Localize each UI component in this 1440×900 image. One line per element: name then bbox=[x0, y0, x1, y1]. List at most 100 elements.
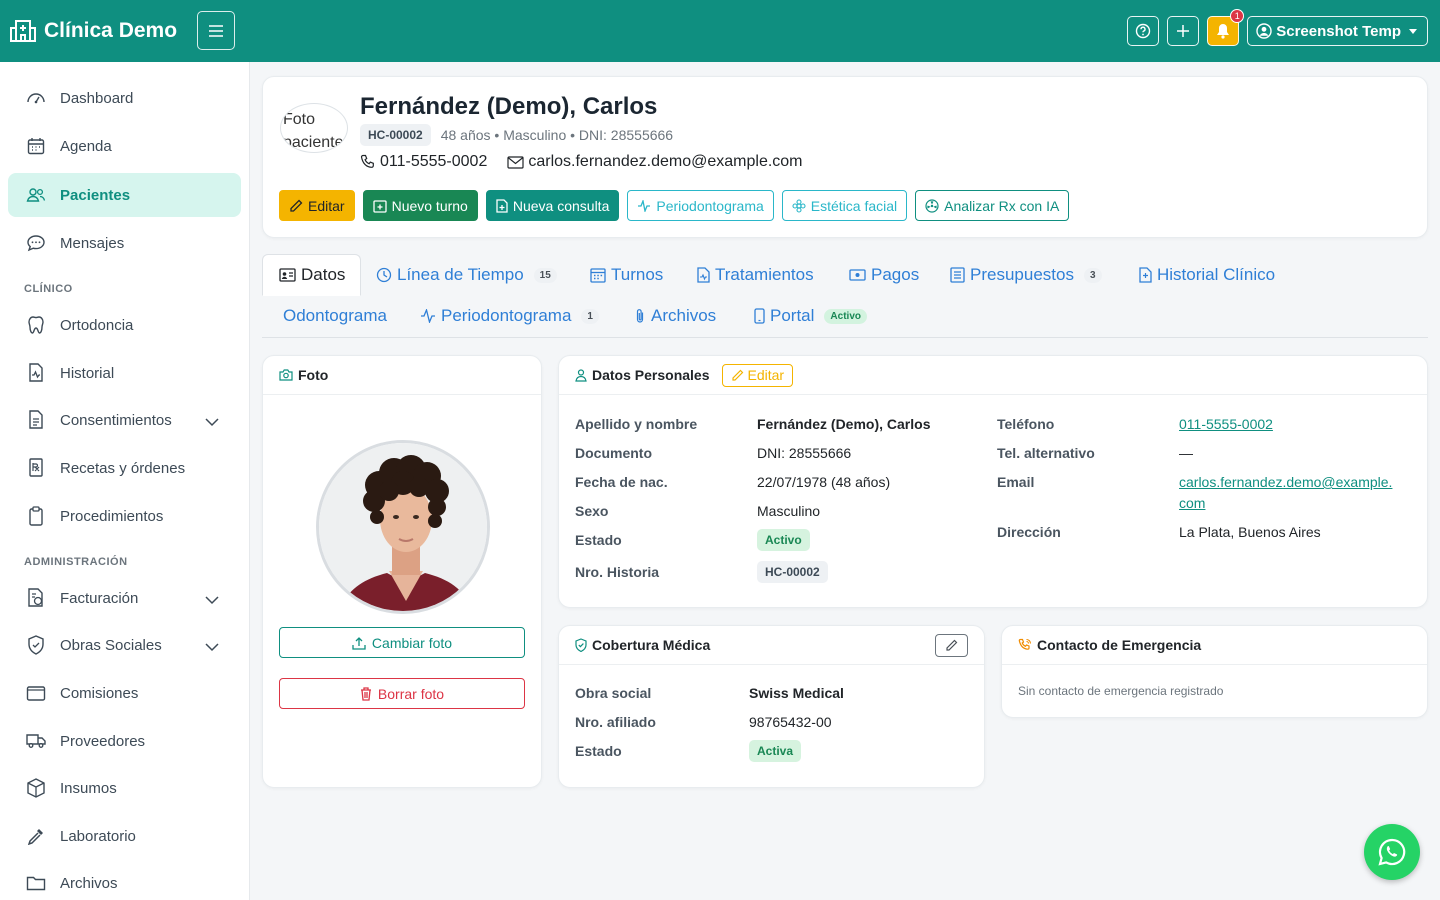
tab-portal[interactable]: Portal Activo bbox=[754, 306, 867, 326]
value-afiliado: 98765432-00 bbox=[749, 714, 832, 730]
truck-icon bbox=[26, 731, 46, 751]
patient-header-card: Foto paciente Fernández (Demo), Carlos H… bbox=[262, 76, 1428, 238]
personal-data-card: Datos Personales Editar Apellido y nombr… bbox=[558, 355, 1428, 608]
menu-toggle-button[interactable] bbox=[197, 11, 235, 50]
label-afiliado: Nro. afiliado bbox=[575, 714, 656, 730]
pencil-icon bbox=[290, 199, 303, 212]
camera-icon bbox=[279, 369, 293, 381]
change-photo-button[interactable]: Cambiar foto bbox=[279, 627, 525, 658]
person-card-icon bbox=[279, 268, 296, 282]
patient-phone[interactable]: 011-5555-0002 bbox=[380, 153, 487, 171]
delete-photo-button[interactable]: Borrar foto bbox=[279, 678, 525, 709]
sidebar-item-ortodoncia[interactable]: Ortodoncia bbox=[8, 303, 241, 347]
photo-card: Foto Cambiar foto Borrar foto bbox=[262, 355, 542, 788]
plus-icon bbox=[1177, 25, 1190, 37]
user-menu-button[interactable]: Screenshot Temp bbox=[1247, 16, 1428, 46]
sidebar-item-insumos[interactable]: Insumos bbox=[8, 766, 241, 810]
tab-turnos[interactable]: Turnos bbox=[590, 265, 663, 285]
label-estado-cobertura: Estado bbox=[575, 743, 622, 759]
sidebar-item-agenda[interactable]: Agenda bbox=[8, 124, 241, 168]
periodontogram-button[interactable]: Periodontograma bbox=[627, 190, 774, 221]
tab-pagos[interactable]: Pagos bbox=[849, 265, 919, 285]
new-appointment-button[interactable]: Nuevo turno bbox=[362, 190, 478, 221]
sidebar-item-procedimientos[interactable]: Procedimientos bbox=[8, 494, 241, 538]
tab-count-badge: 15 bbox=[533, 267, 557, 283]
sidebar-item-label: Agenda bbox=[60, 137, 112, 155]
file-check-icon bbox=[26, 410, 46, 430]
sidebar-item-archivos[interactable]: Archivos bbox=[8, 861, 241, 900]
brand[interactable]: Clínica Demo bbox=[10, 19, 177, 43]
sidebar-item-facturacion[interactable]: Facturación bbox=[8, 576, 241, 620]
button-label: Periodontograma bbox=[656, 197, 764, 214]
sidebar-item-consentimientos[interactable]: Consentimientos bbox=[8, 398, 241, 442]
card-title: Contacto de Emergencia bbox=[1037, 637, 1202, 653]
sidebar-item-label: Ortodoncia bbox=[60, 316, 134, 334]
sidebar-item-label: Facturación bbox=[60, 589, 139, 607]
sidebar-item-label: Procedimientos bbox=[60, 507, 164, 525]
hamburger-icon bbox=[209, 24, 223, 37]
sidebar-item-pacientes[interactable]: Pacientes bbox=[8, 173, 241, 217]
folder-icon bbox=[26, 873, 46, 893]
facial-aesthetics-button[interactable]: Estética facial bbox=[781, 190, 908, 221]
sidebar-item-mensajes[interactable]: Mensajes bbox=[8, 221, 241, 265]
tab-archivos[interactable]: Archivos bbox=[634, 306, 716, 326]
tab-count-badge: 3 bbox=[1083, 267, 1102, 283]
sidebar-item-historial[interactable]: Historial bbox=[8, 351, 241, 395]
sidebar-item-laboratorio[interactable]: Laboratorio bbox=[8, 814, 241, 858]
sidebar-item-label: Archivos bbox=[60, 874, 118, 892]
flower-icon bbox=[792, 198, 806, 213]
envelope-icon bbox=[507, 155, 524, 169]
chevron-down-icon bbox=[205, 639, 219, 656]
help-button[interactable] bbox=[1127, 16, 1160, 46]
people-icon bbox=[26, 185, 46, 205]
pencil-icon bbox=[731, 369, 743, 381]
tab-tratamientos[interactable]: Tratamientos bbox=[697, 265, 814, 285]
button-label: Editar bbox=[747, 367, 785, 383]
new-consultation-button[interactable]: Nueva consulta bbox=[485, 190, 620, 221]
whatsapp-button[interactable] bbox=[1364, 824, 1420, 880]
coverage-status-badge: Activa bbox=[749, 740, 802, 762]
sidebar-item-label: Consentimientos bbox=[60, 411, 172, 429]
medical-coverage-card: Cobertura Médica Obra social Swiss Medic… bbox=[558, 625, 985, 788]
sidebar-item-label: Laboratorio bbox=[60, 827, 136, 845]
tab-historial-clinico[interactable]: Historial Clínico bbox=[1139, 265, 1275, 285]
tab-label: Odontograma bbox=[283, 306, 387, 325]
analyze-rx-button[interactable]: Analizar Rx con IA bbox=[915, 190, 1070, 221]
value-email-link-wrap[interactable]: com bbox=[1179, 495, 1205, 511]
tab-label: Pagos bbox=[871, 265, 920, 284]
tab-periodontograma[interactable]: Periodontograma 1 bbox=[420, 306, 599, 326]
radiation-icon bbox=[925, 198, 939, 213]
sidebar-section-administracion: ADMINISTRACIÓN bbox=[24, 556, 128, 568]
emergency-empty-text: Sin contacto de emergencia registrado bbox=[1018, 684, 1224, 698]
sidebar-item-label: Pacientes bbox=[60, 186, 131, 204]
file-medical-icon bbox=[697, 267, 710, 283]
status-badge: Activo bbox=[757, 529, 810, 551]
edit-personal-data-button[interactable]: Editar bbox=[721, 363, 794, 387]
patient-avatar-broken-image: Foto paciente bbox=[280, 103, 348, 153]
edit-coverage-button[interactable] bbox=[935, 634, 968, 657]
tab-label: Presupuestos bbox=[970, 265, 1074, 284]
sidebar-item-recetas[interactable]: Recetas y órdenes bbox=[8, 446, 241, 490]
shield-icon bbox=[26, 635, 46, 655]
value-telefono-link[interactable]: 011-5555-0002 bbox=[1179, 416, 1273, 432]
tab-odontograma[interactable]: Odontograma bbox=[283, 306, 387, 326]
sidebar-item-obras-sociales[interactable]: Obras Sociales bbox=[8, 623, 241, 667]
sidebar-item-comisiones[interactable]: Comisiones bbox=[8, 671, 241, 715]
value-email-link[interactable]: carlos.fernandez.demo@example. bbox=[1179, 474, 1392, 490]
label-tel-alt: Tel. alternativo bbox=[997, 445, 1095, 461]
tab-datos[interactable]: Datos bbox=[262, 254, 361, 296]
tab-label: Línea de Tiempo bbox=[397, 265, 524, 284]
add-button[interactable] bbox=[1167, 16, 1200, 46]
hc-badge: HC-00002 bbox=[757, 561, 828, 583]
user-name: Screenshot Temp bbox=[1276, 22, 1401, 40]
chat-icon bbox=[26, 233, 46, 253]
calendar-plus-icon bbox=[372, 199, 387, 213]
sidebar-item-proveedores[interactable]: Proveedores bbox=[8, 719, 241, 763]
tab-timeline[interactable]: Línea de Tiempo 15 bbox=[376, 265, 557, 285]
tab-presupuestos[interactable]: Presupuestos 3 bbox=[950, 265, 1102, 285]
sidebar-item-dashboard[interactable]: Dashboard bbox=[8, 76, 241, 120]
notifications-button[interactable]: 1 bbox=[1207, 9, 1245, 46]
patient-email[interactable]: carlos.fernandez.demo@example.com bbox=[528, 153, 802, 171]
edit-patient-button[interactable]: Editar bbox=[279, 190, 355, 221]
clipboard-icon bbox=[26, 506, 46, 526]
